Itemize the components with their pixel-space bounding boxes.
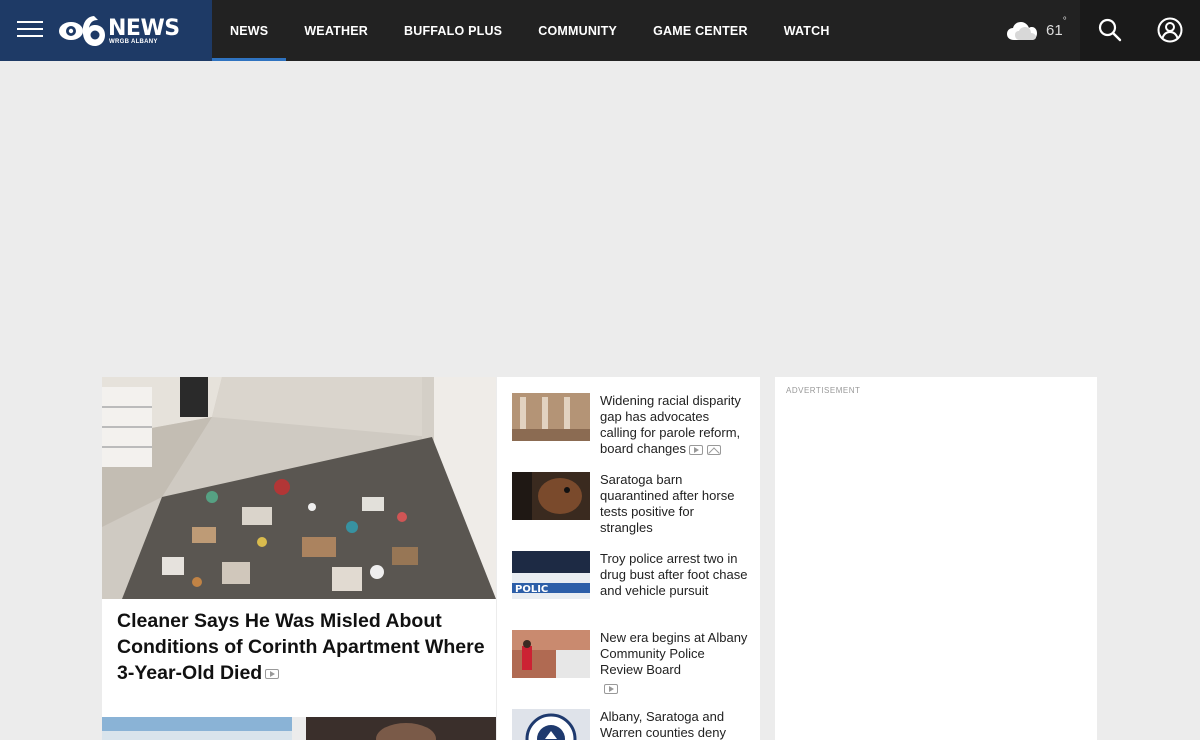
advertisement-slot[interactable]: ADVERTISEMENT: [775, 377, 1097, 740]
user-account-icon[interactable]: [1157, 17, 1183, 43]
story-headline[interactable]: Albany, Saratoga and Warren counties den…: [600, 709, 726, 740]
logo-subtitle: WRGB ALBANY: [109, 39, 158, 45]
station-logo[interactable]: NEWS WRGB ALBANY: [58, 13, 188, 47]
story-thumbnail[interactable]: [512, 472, 590, 520]
photo-gallery-icon: [707, 444, 722, 455]
story-thumbnail[interactable]: [512, 709, 590, 740]
nav-item-community[interactable]: COMMUNITY: [520, 0, 635, 61]
story-thumbnail[interactable]: [512, 393, 590, 441]
featured-story-headline[interactable]: Cleaner Says He Was Misled About Conditi…: [117, 608, 487, 686]
story-thumbnail[interactable]: [512, 630, 590, 678]
story-headline[interactable]: Saratoga barn quarantined after horse te…: [600, 472, 734, 535]
list-item[interactable]: POLIC Troy police arrest two in drug bus…: [512, 551, 748, 601]
secondary-story-image[interactable]: [306, 717, 496, 740]
story-thumbnail[interactable]: POLIC: [512, 551, 590, 599]
list-item[interactable]: Widening racial disparity gap has advoca…: [512, 393, 748, 457]
logo-wordmark: NEWS: [108, 16, 180, 41]
featured-story-card[interactable]: Cleaner Says He Was Misled About Conditi…: [102, 377, 496, 717]
secondary-story-image[interactable]: [102, 717, 292, 740]
top-stories-list: Widening racial disparity gap has advoca…: [497, 377, 760, 740]
video-icon: [689, 444, 704, 455]
temperature-value: 61°: [1046, 15, 1067, 39]
nav-item-news[interactable]: NEWS: [212, 0, 287, 61]
nav-item-game-center[interactable]: GAME CENTER: [635, 0, 766, 61]
list-item[interactable]: Albany, Saratoga and Warren counties den…: [512, 709, 748, 740]
advertisement-label: ADVERTISEMENT: [786, 386, 861, 395]
nav-item-watch[interactable]: WATCH: [766, 0, 848, 61]
featured-story-image[interactable]: [102, 377, 496, 599]
list-item[interactable]: Saratoga barn quarantined after horse te…: [512, 472, 748, 536]
primary-nav: NEWS WEATHER BUFFALO PLUS COMMUNITY GAME…: [212, 0, 848, 61]
search-icon[interactable]: [1097, 17, 1123, 43]
svg-text:POLIC: POLIC: [515, 584, 548, 595]
video-icon: [604, 683, 618, 694]
cbs-eye-6-icon: [59, 16, 105, 46]
story-headline[interactable]: New era begins at Albany Community Polic…: [600, 630, 747, 677]
story-headline[interactable]: Troy police arrest two in drug bust afte…: [600, 551, 747, 598]
video-icon: [265, 668, 280, 679]
cloud-icon: [1007, 22, 1037, 40]
nav-item-weather[interactable]: WEATHER: [286, 0, 386, 61]
list-item[interactable]: New era begins at Albany Community Polic…: [512, 630, 748, 694]
nav-item-buffalo-plus[interactable]: BUFFALO PLUS: [386, 0, 520, 61]
weather-widget[interactable]: 61°: [1006, 16, 1067, 44]
hamburger-menu-icon[interactable]: [17, 19, 43, 39]
